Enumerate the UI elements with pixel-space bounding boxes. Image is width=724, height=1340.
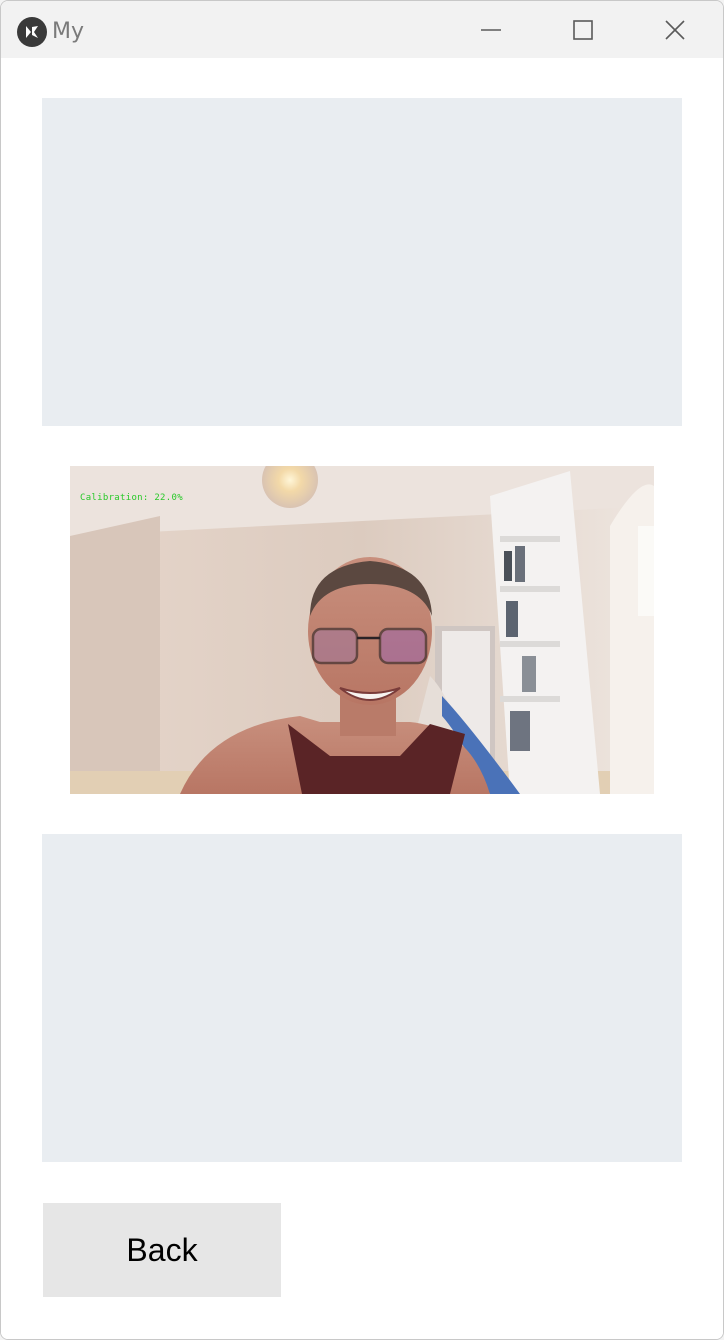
minimize-button[interactable] — [445, 1, 537, 58]
window-title: My — [52, 19, 85, 44]
top-placeholder-panel — [42, 98, 682, 426]
maximize-button[interactable] — [537, 1, 629, 58]
calibration-overlay-text: Calibration: 22.0% — [80, 493, 183, 503]
close-button[interactable] — [629, 1, 721, 58]
app-window: My Calibration: 22.0% Back — [0, 0, 724, 1340]
maximize-icon — [573, 19, 593, 40]
close-icon — [665, 19, 685, 40]
main-content: Calibration: 22.0% Back — [1, 58, 723, 1339]
camera-feed: Calibration: 22.0% — [70, 466, 654, 794]
app-logo-icon — [17, 17, 47, 47]
minimize-icon — [481, 28, 501, 31]
bottom-placeholder-panel — [42, 834, 682, 1162]
camera-image — [70, 466, 654, 794]
title-bar[interactable]: My — [1, 1, 723, 58]
back-button[interactable]: Back — [43, 1203, 281, 1297]
